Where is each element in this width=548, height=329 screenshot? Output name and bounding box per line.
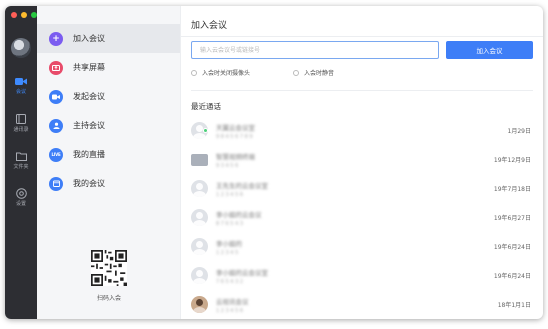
qr-code-icon [91, 250, 127, 286]
camera-off-radio[interactable] [191, 69, 197, 76]
call-name: 云视讯会议 [216, 297, 249, 306]
menu-item-label: 主持会议 [73, 121, 105, 130]
share-screen-icon [49, 60, 63, 75]
call-date: 19年6月24日 [493, 244, 531, 251]
menu-item-my-live[interactable]: LIVE 我的直播 [37, 140, 180, 169]
call-name: 天翼云会议室 [216, 123, 255, 132]
rail-item-meetings[interactable]: 会议 [5, 76, 37, 95]
list-item[interactable]: 智慧视频终端 9 3 4 5 6 19年12月9日 [191, 145, 531, 174]
call-date: 19年7月18日 [493, 186, 531, 193]
call-id: 9 8 4 5 6 7 8 9 [216, 133, 253, 140]
call-id: 9 3 4 5 6 [216, 162, 239, 169]
call-date: 19年12月9日 [493, 157, 531, 164]
call-name: 李小姐的 [216, 239, 242, 248]
list-item[interactable]: 王先生的云会议室 1 2 3 4 5 6 19年7月18日 [191, 174, 531, 203]
call-name: 李小姐的云会议 [216, 210, 262, 219]
online-status-icon [203, 128, 208, 133]
qr-join[interactable]: 扫码入会 [89, 250, 129, 302]
close-window-button[interactable] [11, 12, 17, 18]
call-date: 18年1月1日 [497, 302, 531, 309]
minimize-window-button[interactable] [21, 12, 27, 18]
calendar-icon [49, 176, 63, 191]
call-name: 王先生的云会议室 [216, 181, 268, 190]
recent-calls-title: 最近通话 [191, 102, 221, 111]
rail-label: 文件夹 [13, 164, 29, 170]
call-id: 8 7 6 5 4 3 [216, 220, 244, 227]
menu-item-host-meeting[interactable]: 主持会议 [37, 111, 180, 140]
option-camera-off[interactable]: 入会时关闭摄像头 [191, 68, 250, 77]
main-content: 加入会议 加入会议 入会时关闭摄像头 入会时静音 最近通话 天翼云会议室 9 8… [181, 6, 543, 319]
avatar [191, 296, 208, 313]
call-name: 李小姐的云会议室 [216, 268, 268, 277]
menu-item-label: 我的直播 [73, 150, 105, 159]
avatar [191, 238, 208, 255]
device-icon [191, 153, 208, 166]
join-meeting-button[interactable]: 加入会议 [446, 41, 533, 59]
list-item[interactable]: 李小姐的云会议室 7 6 5 4 3 2 19年6月24日 [191, 261, 531, 290]
folder-icon [15, 151, 27, 161]
live-icon: LIVE [49, 147, 63, 162]
menu-item-join-meeting[interactable]: + 加入会议 [37, 24, 180, 53]
call-id: 1 2 3 4 5 6 [216, 307, 244, 314]
menu-item-label: 发起会议 [73, 92, 105, 101]
divider [191, 90, 533, 91]
divider [181, 36, 543, 37]
rail-item-settings[interactable]: 设置 [5, 187, 37, 207]
option-label: 入会时静音 [304, 70, 335, 77]
call-name: 智慧视频终端 [216, 152, 255, 161]
avatar [191, 180, 208, 197]
call-id: 1 2 3 4 5 6 [216, 191, 244, 198]
menu-item-label: 加入会议 [73, 34, 105, 43]
call-date: 19年6月27日 [493, 215, 531, 222]
call-id: 1 2 3 4 5 [216, 249, 239, 256]
host-icon [49, 118, 63, 133]
call-date: 1月29日 [507, 128, 531, 135]
rail-label: 会议 [15, 89, 26, 95]
menu-item-my-meetings[interactable]: 我的会议 [37, 169, 180, 198]
app-window: 会议 通讯录 文件夹 设置 + 加入会议 共享屏幕 发起会议 主持会议 LIVE… [5, 6, 543, 319]
recent-calls-list: 天翼云会议室 9 8 4 5 6 7 8 9 1月29日 智慧视频终端 9 3 … [191, 116, 531, 319]
avatar [191, 209, 208, 226]
qr-label: 扫码入会 [96, 295, 121, 302]
left-rail: 会议 通讯录 文件夹 设置 [5, 6, 37, 319]
plus-icon: + [49, 31, 63, 46]
rail-item-folder[interactable]: 文件夹 [5, 151, 37, 170]
avatar [191, 267, 208, 284]
user-avatar[interactable] [11, 38, 31, 58]
option-label: 入会时关闭摄像头 [202, 70, 251, 77]
rail-item-contacts[interactable]: 通讯录 [5, 114, 37, 133]
contacts-icon [15, 114, 27, 124]
rail-label: 设置 [15, 201, 26, 207]
video-camera-icon [15, 76, 27, 86]
menu-item-share-screen[interactable]: 共享屏幕 [37, 53, 180, 82]
call-id: 7 6 5 4 3 2 [216, 278, 244, 285]
action-menu: + 加入会议 共享屏幕 发起会议 主持会议 LIVE 我的直播 我的会议 扫码入… [37, 6, 181, 319]
page-title: 加入会议 [191, 21, 228, 31]
mute-radio[interactable] [293, 69, 299, 76]
meeting-id-input[interactable] [191, 41, 439, 59]
list-item[interactable]: 云视讯会议 1 2 3 4 5 6 18年1月1日 [191, 290, 531, 319]
settings-icon [15, 187, 27, 199]
list-item[interactable]: 李小姐的 1 2 3 4 5 19年6月24日 [191, 232, 531, 261]
option-mute[interactable]: 入会时静音 [293, 68, 334, 77]
menu-item-label: 共享屏幕 [73, 63, 105, 72]
menu-item-label: 我的会议 [73, 179, 105, 188]
list-item[interactable]: 天翼云会议室 9 8 4 5 6 7 8 9 1月29日 [191, 116, 531, 145]
window-controls [11, 12, 37, 18]
rail-label: 通讯录 [13, 127, 29, 133]
menu-item-start-meeting[interactable]: 发起会议 [37, 82, 180, 111]
list-item[interactable]: 李小姐的云会议 8 7 6 5 4 3 19年6月27日 [191, 203, 531, 232]
call-date: 19年6月24日 [493, 273, 531, 280]
video-start-icon [49, 89, 63, 104]
